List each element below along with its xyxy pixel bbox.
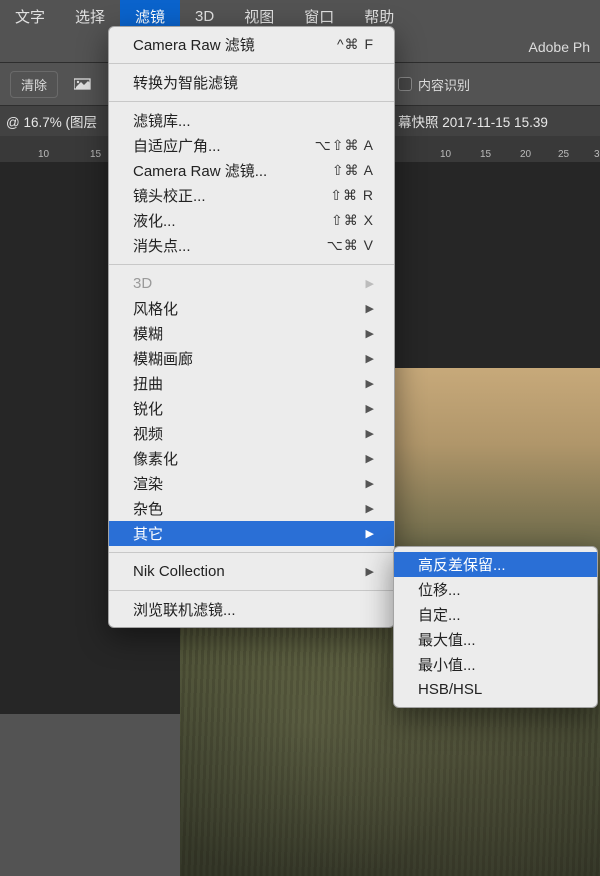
- submenu-arrow-icon: ▶: [366, 427, 374, 440]
- submenu-arrow-icon: ▶: [366, 502, 374, 515]
- ruler-tick: 20: [520, 149, 531, 160]
- menu-item-distort[interactable]: 扭曲 ▶: [109, 371, 394, 396]
- menu-item-sharpen[interactable]: 锐化 ▶: [109, 396, 394, 421]
- ruler-tick: 30: [594, 149, 600, 160]
- menu-item-label: 风格化: [133, 298, 178, 319]
- submenu-arrow-icon: ▶: [366, 527, 374, 540]
- ruler-tick: 15: [90, 149, 101, 160]
- submenu-arrow-icon: ▶: [366, 277, 374, 290]
- other-submenu: 高反差保留... 位移... 自定... 最大值... 最小值... HSB/H…: [393, 546, 598, 708]
- menu-item-nik-collection[interactable]: Nik Collection ▶: [109, 559, 394, 584]
- menu-item-label: Camera Raw 滤镜...: [133, 160, 267, 181]
- menu-item-minimum[interactable]: 最小值...: [394, 652, 597, 677]
- menu-separator: [109, 264, 394, 265]
- menu-separator: [109, 63, 394, 64]
- menu-item-other[interactable]: 其它 ▶: [109, 521, 394, 546]
- menu-item-label: 杂色: [133, 498, 163, 519]
- menu-shortcut: ⌥⇧⌘ A: [315, 137, 374, 154]
- menu-shortcut: ⇧⌘ X: [331, 212, 374, 229]
- menu-item-blur-gallery[interactable]: 模糊画廊 ▶: [109, 346, 394, 371]
- ruler-tick: 10: [440, 149, 451, 160]
- menu-item-label: 自适应广角...: [133, 135, 221, 156]
- menu-item-browse-filters-online[interactable]: 浏览联机滤镜...: [109, 597, 394, 622]
- menu-item-liquify[interactable]: 液化... ⇧⌘ X: [109, 208, 394, 233]
- menu-item-3d: 3D ▶: [109, 271, 394, 296]
- menu-item-camera-raw-filter[interactable]: Camera Raw 滤镜... ⇧⌘ A: [109, 158, 394, 183]
- menu-item-high-pass[interactable]: 高反差保留...: [394, 552, 597, 577]
- submenu-arrow-icon: ▶: [366, 477, 374, 490]
- menu-item-label: 最大值...: [418, 629, 476, 650]
- menu-item-label: 其它: [133, 523, 163, 544]
- menu-item-label: 滤镜库...: [133, 110, 191, 131]
- menu-item-noise[interactable]: 杂色 ▶: [109, 496, 394, 521]
- menu-item-lens-correction[interactable]: 镜头校正... ⇧⌘ R: [109, 183, 394, 208]
- menu-item-label: 视频: [133, 423, 163, 444]
- menu-item-label: 转换为智能滤镜: [133, 72, 238, 93]
- app-title: Adobe Ph: [529, 32, 600, 62]
- menu-item-camera-raw-filter-last[interactable]: Camera Raw 滤镜 ^⌘ F: [109, 32, 394, 57]
- menu-separator: [109, 101, 394, 102]
- menu-item-label: HSB/HSL: [418, 681, 482, 698]
- submenu-arrow-icon: ▶: [366, 352, 374, 365]
- menu-item-label: Nik Collection: [133, 563, 225, 580]
- filter-menu: Camera Raw 滤镜 ^⌘ F 转换为智能滤镜 滤镜库... 自适应广角.…: [108, 26, 395, 628]
- ruler-tick: 15: [480, 149, 491, 160]
- submenu-arrow-icon: ▶: [366, 377, 374, 390]
- menu-item-label: 自定...: [418, 604, 461, 625]
- submenu-arrow-icon: ▶: [366, 327, 374, 340]
- menu-item-label: 最小值...: [418, 654, 476, 675]
- menu-item-maximum[interactable]: 最大值...: [394, 627, 597, 652]
- content-aware-checkbox[interactable]: [398, 77, 412, 91]
- menu-shortcut: ^⌘ F: [337, 36, 374, 53]
- menu-item-label: 像素化: [133, 448, 178, 469]
- menu-item-label: 液化...: [133, 210, 176, 231]
- menu-shortcut: ⌥⌘ V: [327, 237, 374, 254]
- menu-item-render[interactable]: 渲染 ▶: [109, 471, 394, 496]
- menu-item-label: Camera Raw 滤镜: [133, 34, 255, 55]
- menu-item-pixelate[interactable]: 像素化 ▶: [109, 446, 394, 471]
- menu-item-label: 位移...: [418, 579, 461, 600]
- menu-item-adaptive-wide-angle[interactable]: 自适应广角... ⌥⇧⌘ A: [109, 133, 394, 158]
- menu-item-label: 锐化: [133, 398, 163, 419]
- menu-item-label: 模糊: [133, 323, 163, 344]
- brush-preset-icon[interactable]: [74, 75, 94, 93]
- menu-text[interactable]: 文字: [0, 0, 60, 32]
- ruler-tick: 10: [38, 149, 49, 160]
- submenu-arrow-icon: ▶: [366, 452, 374, 465]
- menu-item-label: 高反差保留...: [418, 554, 506, 575]
- clear-button[interactable]: 清除: [10, 71, 58, 98]
- menu-item-hsb-hsl[interactable]: HSB/HSL: [394, 677, 597, 702]
- submenu-arrow-icon: ▶: [366, 565, 374, 578]
- menu-item-blur[interactable]: 模糊 ▶: [109, 321, 394, 346]
- menu-item-label: 浏览联机滤镜...: [133, 599, 236, 620]
- menu-item-vanishing-point[interactable]: 消失点... ⌥⌘ V: [109, 233, 394, 258]
- ruler-tick: 25: [558, 149, 569, 160]
- menu-item-offset[interactable]: 位移...: [394, 577, 597, 602]
- submenu-arrow-icon: ▶: [366, 402, 374, 415]
- menu-item-video[interactable]: 视频 ▶: [109, 421, 394, 446]
- menu-item-convert-smart-filter[interactable]: 转换为智能滤镜: [109, 70, 394, 95]
- tab-filename: 幕快照 2017-11-15 15.39: [398, 111, 548, 131]
- menu-item-filter-gallery[interactable]: 滤镜库...: [109, 108, 394, 133]
- menu-shortcut: ⇧⌘ A: [332, 162, 374, 179]
- menu-shortcut: ⇧⌘ R: [330, 187, 374, 204]
- menu-item-label: 消失点...: [133, 235, 191, 256]
- menu-item-label: 镜头校正...: [133, 185, 206, 206]
- content-aware-option[interactable]: 内容识别: [398, 75, 470, 94]
- tab-zoom-label: @ 16.7% (图层: [4, 111, 97, 131]
- menu-item-stylize[interactable]: 风格化 ▶: [109, 296, 394, 321]
- menu-item-label: 扭曲: [133, 373, 163, 394]
- menu-item-custom[interactable]: 自定...: [394, 602, 597, 627]
- menu-item-label: 3D: [133, 275, 152, 292]
- menu-item-label: 渲染: [133, 473, 163, 494]
- content-aware-label: 内容识别: [418, 75, 470, 94]
- menu-separator: [109, 552, 394, 553]
- menu-item-label: 模糊画廊: [133, 348, 193, 369]
- menu-separator: [109, 590, 394, 591]
- submenu-arrow-icon: ▶: [366, 302, 374, 315]
